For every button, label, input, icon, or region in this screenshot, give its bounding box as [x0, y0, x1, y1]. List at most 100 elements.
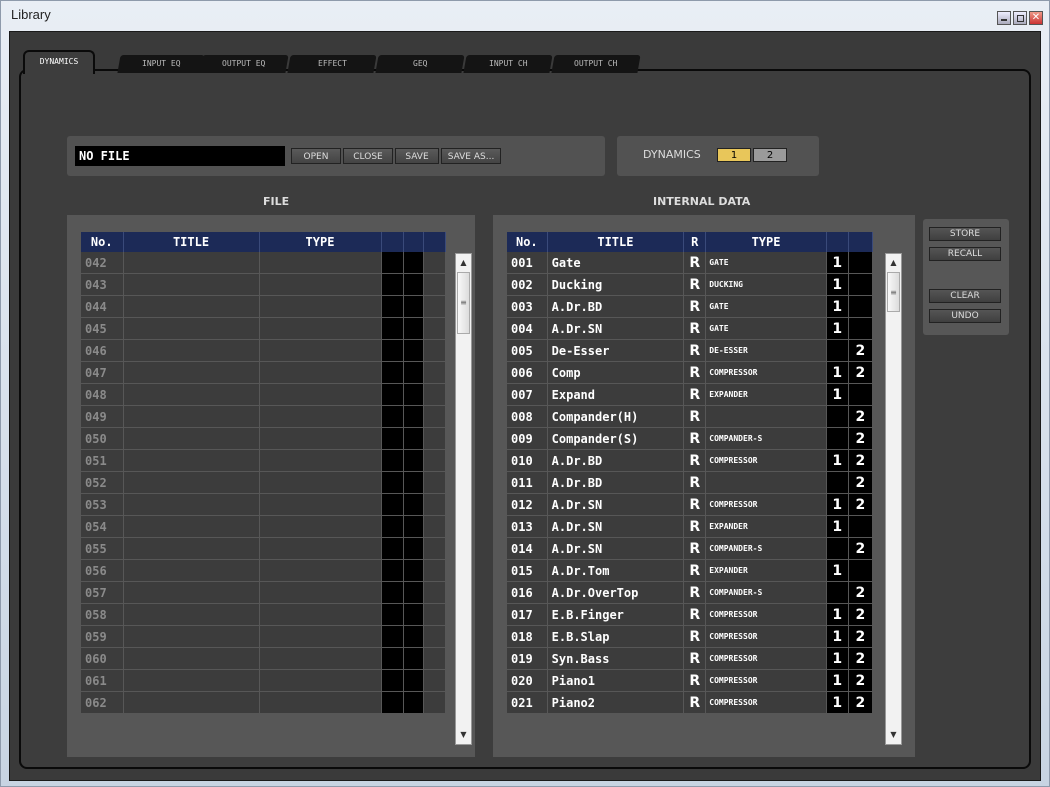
file-row[interactable]: 053: [81, 493, 446, 516]
internal-row-ch2: 2: [848, 449, 874, 472]
file-row[interactable]: 061: [81, 669, 446, 692]
internal-row-ch2: [848, 383, 874, 406]
scroll-up-icon[interactable]: ▲: [886, 256, 901, 270]
file-scrollbar[interactable]: ▲ ≡ ▼: [455, 253, 472, 745]
maximize-button[interactable]: [1013, 11, 1027, 25]
col-header-blank: [848, 232, 874, 252]
file-row[interactable]: 049: [81, 405, 446, 428]
store-button[interactable]: STORE: [929, 227, 1001, 241]
internal-scrollbar[interactable]: ▲ ≡ ▼: [885, 253, 902, 745]
file-row-number: 048: [81, 383, 124, 406]
internal-row-title: A.Dr.BD: [547, 295, 685, 318]
save-button[interactable]: SAVE: [395, 148, 439, 164]
scroll-down-icon[interactable]: ▼: [886, 728, 901, 742]
internal-row[interactable]: 009 Compander(S) R COMPANDER-S 2: [507, 427, 874, 450]
file-row[interactable]: 042: [81, 252, 446, 274]
tab-geq[interactable]: GEQ: [375, 55, 465, 73]
undo-button[interactable]: UNDO: [929, 309, 1001, 323]
file-row[interactable]: 051: [81, 449, 446, 472]
file-row[interactable]: 048: [81, 383, 446, 406]
tab-output-eq[interactable]: OUTPUT EQ: [199, 55, 289, 73]
internal-row[interactable]: 006 Comp R COMPRESSOR 1 2: [507, 361, 874, 384]
internal-row[interactable]: 013 A.Dr.SN R EXPANDER 1: [507, 515, 874, 538]
file-row-flag: [381, 295, 404, 318]
internal-row[interactable]: 021 Piano2 R COMPRESSOR 1 2: [507, 691, 874, 714]
tab-input-ch[interactable]: INPUT CH: [463, 55, 553, 73]
scroll-thumb[interactable]: ≡: [887, 272, 900, 312]
minimize-button[interactable]: [997, 11, 1011, 25]
internal-row-r-flag: R: [683, 252, 707, 274]
file-row[interactable]: 043: [81, 273, 446, 296]
internal-row[interactable]: 016 A.Dr.OverTop R COMPANDER-S 2: [507, 581, 874, 604]
internal-row-ch2: 2: [848, 339, 874, 362]
internal-row[interactable]: 017 E.B.Finger R COMPRESSOR 1 2: [507, 603, 874, 626]
file-row[interactable]: 044: [81, 295, 446, 318]
dynamics-2-button[interactable]: 2: [753, 148, 787, 162]
file-row-title: [123, 449, 260, 472]
save-as-button[interactable]: SAVE AS...: [441, 148, 501, 164]
internal-row[interactable]: 002 Ducking R DUCKING 1: [507, 273, 874, 296]
file-row-spacer: [423, 537, 446, 560]
internal-row[interactable]: 007 Expand R EXPANDER 1: [507, 383, 874, 406]
internal-row-number: 021: [507, 691, 548, 714]
internal-row[interactable]: 018 E.B.Slap R COMPRESSOR 1 2: [507, 625, 874, 648]
internal-row[interactable]: 008 Compander(H) R 2: [507, 405, 874, 428]
file-row-title: [123, 691, 260, 714]
close-window-button[interactable]: ✕: [1029, 11, 1043, 25]
file-row[interactable]: 054: [81, 515, 446, 538]
internal-row[interactable]: 019 Syn.Bass R COMPRESSOR 1 2: [507, 647, 874, 670]
tab-input-eq[interactable]: INPUT EQ: [117, 55, 205, 73]
internal-row[interactable]: 005 De-Esser R DE-ESSER 2: [507, 339, 874, 362]
tab-output-ch[interactable]: OUTPUT CH: [551, 55, 641, 73]
internal-row[interactable]: 012 A.Dr.SN R COMPRESSOR 1 2: [507, 493, 874, 516]
file-row[interactable]: 046: [81, 339, 446, 362]
internal-row-ch1: 1: [826, 273, 849, 296]
internal-row-title: Comp: [547, 361, 685, 384]
file-row[interactable]: 047: [81, 361, 446, 384]
file-row[interactable]: 056: [81, 559, 446, 582]
internal-row-title: Expand: [547, 383, 685, 406]
file-row[interactable]: 052: [81, 471, 446, 494]
file-row[interactable]: 050: [81, 427, 446, 450]
internal-row[interactable]: 001 Gate R GATE 1: [507, 252, 874, 274]
file-row[interactable]: 060: [81, 647, 446, 670]
file-row[interactable]: 055: [81, 537, 446, 560]
title-bar[interactable]: Library ✕: [1, 1, 1049, 31]
clear-button[interactable]: CLEAR: [929, 289, 1001, 303]
file-row-title: [123, 537, 260, 560]
scroll-up-icon[interactable]: ▲: [456, 256, 471, 270]
internal-row[interactable]: 011 A.Dr.BD R 2: [507, 471, 874, 494]
file-row-title: [123, 603, 260, 626]
tab-dynamics[interactable]: DYNAMICS: [23, 50, 95, 74]
internal-row[interactable]: 004 A.Dr.SN R GATE 1: [507, 317, 874, 340]
recall-button[interactable]: RECALL: [929, 247, 1001, 261]
close-file-button[interactable]: CLOSE: [343, 148, 393, 164]
file-row[interactable]: 059: [81, 625, 446, 648]
internal-row-r-flag: R: [683, 647, 707, 670]
file-row-title: [123, 252, 260, 274]
file-row[interactable]: 045: [81, 317, 446, 340]
internal-row[interactable]: 014 A.Dr.SN R COMPANDER-S 2: [507, 537, 874, 560]
col-header-blank: [423, 232, 446, 252]
internal-row-type: DUCKING: [705, 273, 827, 296]
scroll-thumb[interactable]: ≡: [457, 272, 470, 334]
file-row[interactable]: 058: [81, 603, 446, 626]
file-row-flag: [403, 252, 424, 274]
internal-row[interactable]: 010 A.Dr.BD R COMPRESSOR 1 2: [507, 449, 874, 472]
file-row-type: [259, 669, 382, 692]
tab-effect[interactable]: EFFECT: [287, 55, 377, 73]
open-button[interactable]: OPEN: [291, 148, 341, 164]
file-row-spacer: [423, 603, 446, 626]
file-row[interactable]: 062: [81, 691, 446, 714]
internal-row-number: 001: [507, 252, 548, 274]
file-row[interactable]: 057: [81, 581, 446, 604]
scroll-down-icon[interactable]: ▼: [456, 728, 471, 742]
internal-row-type: COMPRESSOR: [705, 669, 827, 692]
col-header-type: TYPE: [259, 232, 382, 252]
internal-row[interactable]: 003 A.Dr.BD R GATE 1: [507, 295, 874, 318]
internal-row[interactable]: 015 A.Dr.Tom R EXPANDER 1: [507, 559, 874, 582]
internal-row[interactable]: 020 Piano1 R COMPRESSOR 1 2: [507, 669, 874, 692]
dynamics-1-button[interactable]: 1: [717, 148, 751, 162]
file-row-number: 056: [81, 559, 124, 582]
file-row-flag: [381, 493, 404, 516]
